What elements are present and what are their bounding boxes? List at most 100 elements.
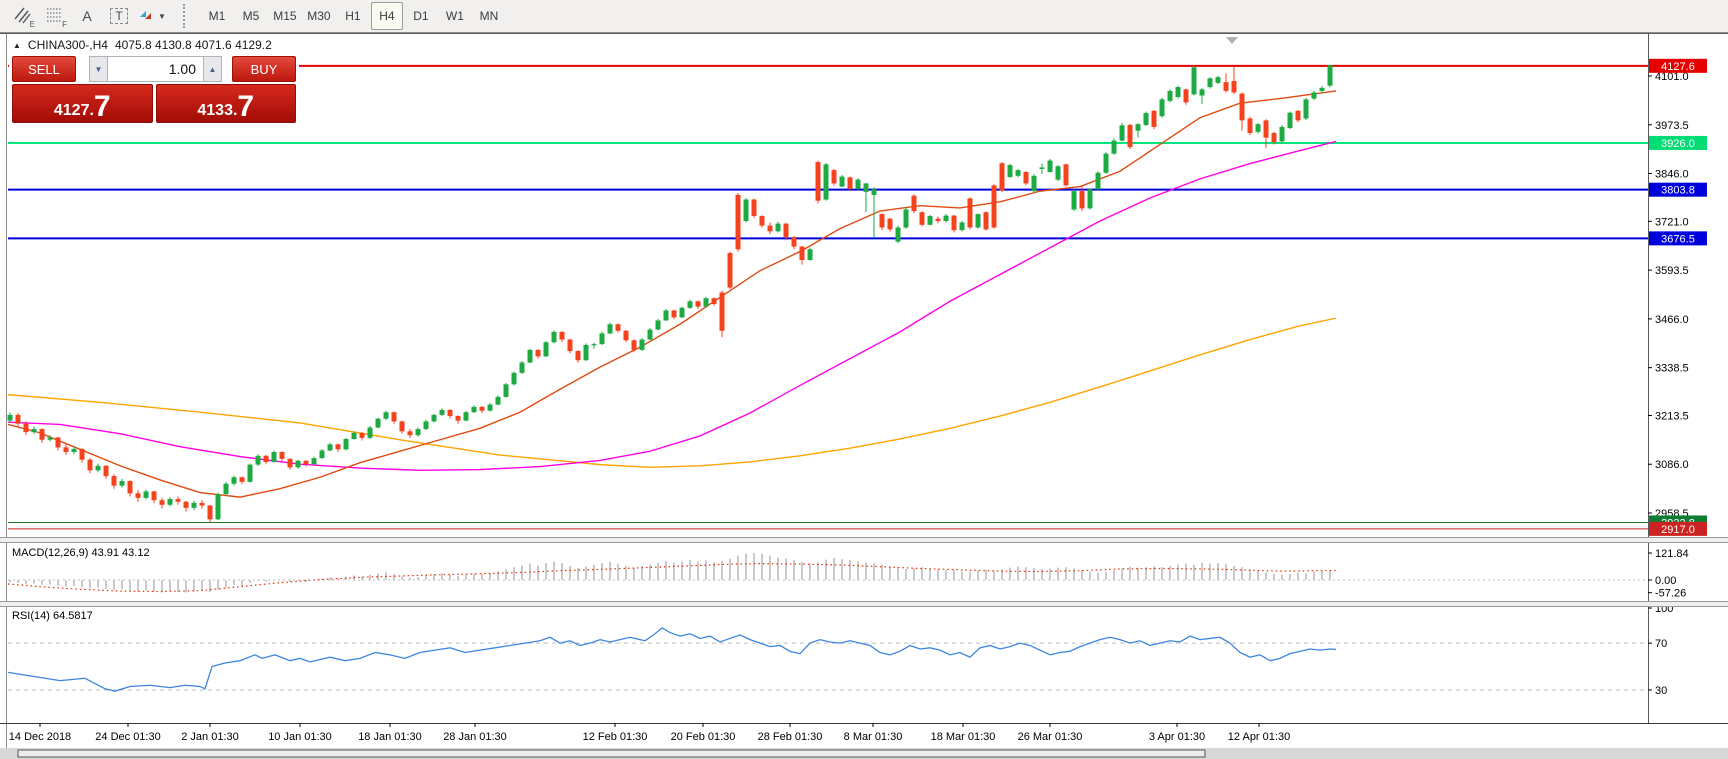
time-axis-label: 10 Jan 01:30 — [268, 731, 332, 743]
candle — [104, 465, 109, 479]
chevron-down-icon: ▼ — [158, 12, 166, 21]
candle — [184, 501, 189, 512]
tab-timeframe-h4[interactable]: H4 — [371, 2, 403, 30]
tab-timeframe-h1[interactable]: H1 — [337, 2, 369, 30]
toolbar-group-handle[interactable] — [183, 4, 191, 28]
rsi-axis-label: 30 — [1655, 685, 1667, 697]
price-axis-label: 3721.0 — [1655, 216, 1689, 228]
candle — [744, 198, 749, 222]
candle — [856, 178, 861, 190]
candle — [608, 323, 613, 334]
text-label-icon: T — [110, 8, 127, 24]
volume-decrease-button[interactable]: ▼ — [89, 56, 108, 82]
chevron-down-icon: ▼ — [95, 65, 103, 74]
candle — [16, 413, 21, 426]
tab-timeframe-d1[interactable]: D1 — [405, 2, 437, 30]
candle — [1096, 171, 1101, 190]
candle — [640, 338, 645, 351]
candle — [1088, 188, 1093, 209]
price-axis-label: 3338.5 — [1655, 363, 1689, 375]
tab-timeframe-w1[interactable]: W1 — [439, 2, 471, 30]
text-label-tool[interactable]: T — [104, 2, 134, 30]
ma_fast-line — [8, 91, 1336, 497]
tab-timeframe-m5[interactable]: M5 — [235, 2, 267, 30]
arrows-tool[interactable]: ▼ — [136, 2, 167, 30]
candle — [1040, 164, 1045, 174]
text-tool[interactable]: A — [72, 2, 102, 30]
buy-price-panel[interactable]: 4133.7 — [156, 84, 297, 123]
rsi-line — [8, 628, 1336, 691]
time-axis-label: 12 Feb 01:30 — [583, 731, 648, 743]
horizontal-scrollbar-thumb[interactable] — [18, 750, 1205, 757]
candle — [200, 500, 205, 508]
candle — [376, 418, 381, 429]
fibonacci-tool[interactable]: F — [40, 2, 70, 30]
candle — [336, 444, 341, 452]
candle — [1000, 162, 1005, 192]
candle — [792, 236, 797, 249]
sell-button[interactable]: SELL — [12, 56, 76, 82]
candle — [1112, 138, 1117, 154]
time-axis-label: 18 Mar 01:30 — [931, 731, 996, 743]
sell-price-pip: 7 — [94, 95, 111, 119]
sell-price-main: 4127 — [54, 103, 90, 119]
arrows-icon — [137, 6, 155, 27]
panel-divider-rsi[interactable] — [0, 601, 1728, 607]
time-axis[interactable]: 14 Dec 201824 Dec 01:302 Jan 01:3010 Jan… — [9, 723, 1290, 743]
collapse-triangle-icon[interactable]: ▲ — [13, 41, 21, 50]
candle — [864, 183, 869, 212]
candle — [40, 428, 45, 443]
candle — [808, 248, 813, 261]
sell-price-panel[interactable]: 4127.7 — [12, 84, 153, 123]
symbol-header: ▲ CHINA300-,H4 4075.8 4130.8 4071.6 4129… — [13, 38, 272, 52]
candle — [536, 349, 541, 359]
candle — [320, 449, 325, 459]
candle — [936, 216, 941, 223]
candle — [344, 438, 349, 451]
candle — [440, 408, 445, 416]
volume-increase-button[interactable]: ▲ — [203, 56, 222, 82]
time-axis-label: 2 Jan 01:30 — [181, 731, 239, 743]
candle — [664, 309, 669, 321]
tab-timeframe-m30[interactable]: M30 — [303, 2, 335, 30]
panel-divider-macd[interactable] — [0, 537, 1728, 543]
equidistant-channel-tool[interactable]: E — [8, 2, 38, 30]
candle — [712, 297, 717, 305]
tab-timeframe-m1[interactable]: M1 — [201, 2, 233, 30]
svg-text:4127.6: 4127.6 — [1661, 61, 1695, 73]
candle — [424, 420, 429, 430]
time-axis-label: 28 Feb 01:30 — [758, 731, 823, 743]
candle — [600, 332, 605, 345]
candle — [456, 415, 461, 423]
candle — [800, 246, 805, 265]
candle — [704, 297, 709, 308]
macd-signal-line — [8, 564, 1336, 592]
candle — [1208, 77, 1213, 88]
time-axis-label: 14 Dec 2018 — [9, 731, 71, 743]
macd-axis-label: 0.00 — [1655, 575, 1676, 587]
candle — [112, 474, 117, 489]
candle — [1152, 110, 1157, 129]
candle — [1184, 89, 1189, 105]
candle — [80, 448, 85, 463]
time-axis-label: 20 Feb 01:30 — [671, 731, 736, 743]
candle — [952, 215, 957, 233]
tab-timeframe-m15[interactable]: M15 — [269, 2, 301, 30]
price-badge: 3676.5 — [1649, 231, 1707, 245]
candle — [984, 211, 989, 231]
buy-button[interactable]: BUY — [232, 56, 296, 82]
candle — [192, 501, 197, 510]
rsi-axis-label: 70 — [1655, 638, 1667, 650]
svg-text:3676.5: 3676.5 — [1661, 233, 1695, 245]
candle — [288, 458, 293, 469]
candle — [32, 426, 37, 434]
chart-shift-marker-icon[interactable] — [1226, 37, 1238, 44]
price-badge: 3926.0 — [1649, 136, 1707, 150]
candle — [544, 341, 549, 357]
price-axis-label: 3086.0 — [1655, 459, 1689, 471]
candle — [464, 411, 469, 422]
volume-input[interactable]: 1.00 — [108, 56, 203, 82]
candle — [568, 339, 573, 354]
candle — [96, 463, 101, 472]
tab-timeframe-mn[interactable]: MN — [473, 2, 505, 30]
